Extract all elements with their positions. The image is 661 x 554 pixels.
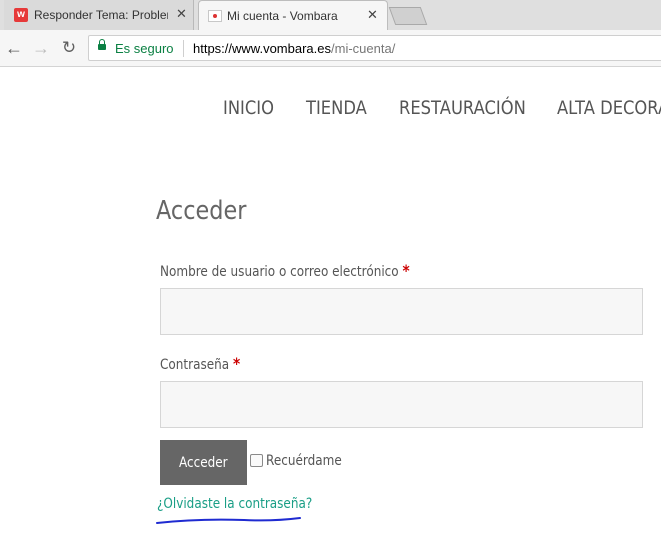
username-input[interactable] <box>160 288 643 335</box>
url-text[interactable]: https://www.vombara.es/mi-cuenta/ <box>193 41 395 56</box>
security-label: Es seguro <box>115 41 174 56</box>
password-label-text: Contraseña <box>160 357 230 373</box>
nav-item-tienda[interactable]: TIENDA <box>306 97 367 119</box>
page-icon <box>208 10 222 22</box>
required-mark: * <box>402 261 410 280</box>
remember-me-label[interactable]: Recuérdame <box>266 453 342 469</box>
login-submit-button[interactable]: Acceder <box>160 440 247 485</box>
close-icon[interactable]: ✕ <box>176 7 187 21</box>
forward-arrow-icon[interactable]: → <box>30 37 52 59</box>
nav-item-inicio[interactable]: INICIO <box>223 97 274 119</box>
wordfence-w-icon: w <box>14 8 28 22</box>
url-path: /mi-cuenta/ <box>331 41 396 56</box>
nav-item-restauracion[interactable]: RESTAURACIÓN <box>399 97 526 119</box>
reload-icon[interactable]: ↻ <box>58 37 80 59</box>
login-submit-label: Acceder <box>179 454 228 471</box>
username-label: Nombre de usuario o correo electrónico * <box>160 261 410 280</box>
lost-password-link[interactable]: ¿Olvidaste la contraseña? <box>157 496 312 512</box>
browser-tab-responder[interactable]: w Responder Tema: Problem ✕ <box>4 0 194 30</box>
browser-tab-mi-cuenta[interactable]: Mi cuenta - Vombara ✕ <box>198 0 388 30</box>
required-mark: * <box>232 354 241 373</box>
browser-tab-bar: w Responder Tema: Problem ✕ Mi cuenta - … <box>0 0 661 30</box>
password-label: Contraseña * <box>160 354 240 373</box>
tab-title: Responder Tema: Problem <box>34 8 168 22</box>
address-separator <box>183 40 184 57</box>
new-tab-button[interactable] <box>388 7 428 25</box>
browser-toolbar: ← → ↻ Es seguro https://www.vombara.es/m… <box>0 30 661 67</box>
remember-me-checkbox[interactable] <box>250 454 263 467</box>
url-host: https://www.vombara.es <box>193 41 331 56</box>
username-label-text: Nombre de usuario o correo electrónico <box>160 264 399 280</box>
password-input[interactable] <box>160 381 643 428</box>
tab-title: Mi cuenta - Vombara <box>227 9 338 23</box>
back-arrow-icon[interactable]: ← <box>3 37 25 59</box>
nav-item-alta-decoracion[interactable]: ALTA DECORA <box>557 97 661 119</box>
address-bar[interactable]: Es seguro https://www.vombara.es/mi-cuen… <box>88 35 661 61</box>
lock-icon <box>98 39 106 50</box>
main-navigation: INICIO TIENDA RESTAURACIÓN ALTA DECORA <box>0 97 661 121</box>
page-title: Acceder <box>156 196 247 226</box>
close-icon[interactable]: ✕ <box>367 8 378 22</box>
hand-drawn-underline <box>156 517 301 524</box>
